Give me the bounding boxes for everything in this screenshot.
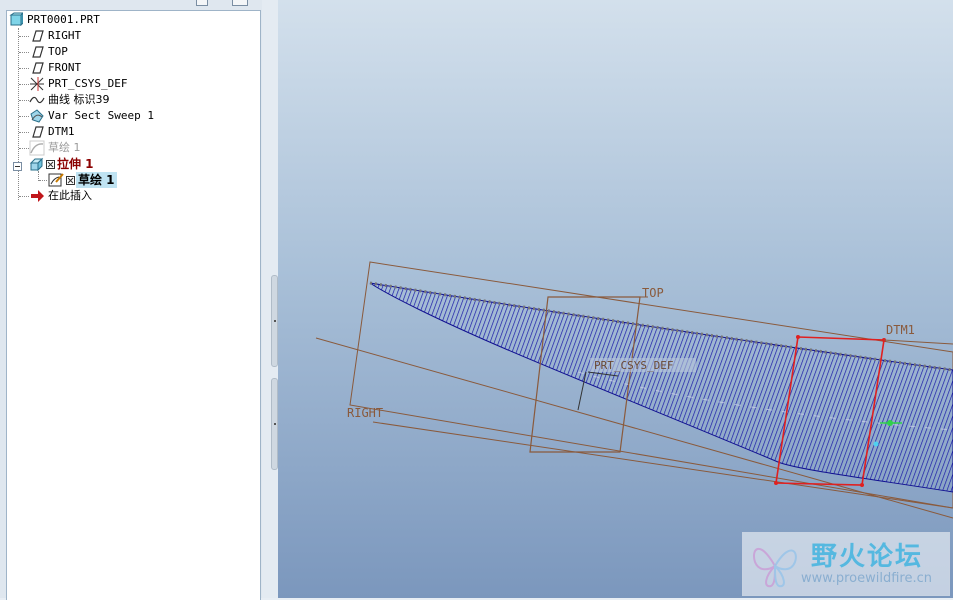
tree-item-sketch-hidden[interactable]: 草绘 1 [7, 140, 247, 156]
sketch-icon [29, 140, 45, 156]
tree-settings-icon[interactable] [196, 0, 208, 6]
tree-item-label: 草绘 1 [76, 172, 117, 188]
model-graphics[interactable]: TOP RIGHT DTM1 PRT_CSYS_DEF [278, 0, 953, 598]
tree-item-extrude[interactable]: 拉伸 1 [7, 156, 247, 172]
tree-item-label: 在此插入 [48, 189, 92, 202]
tree-item-dtm1[interactable]: DTM1 [7, 124, 247, 140]
tree-item-csys[interactable]: PRT_CSYS_DEF [7, 76, 247, 92]
spin-center-icon [873, 441, 879, 447]
toolbar-strip [0, 0, 278, 8]
insert-arrow-icon [29, 188, 45, 204]
splitter-grip[interactable] [271, 378, 278, 470]
datum-plane-icon [29, 124, 45, 140]
tree-item-insert-here[interactable]: 在此插入 [7, 188, 247, 204]
tree-item-top[interactable]: TOP [7, 44, 247, 60]
coordinate-system-icon [29, 76, 45, 92]
top-plane-label: TOP [642, 286, 664, 300]
tree-item-label: 草绘 1 [48, 141, 81, 154]
tree-item-label: 曲线 标识39 [48, 93, 110, 106]
collapse-icon[interactable] [13, 160, 22, 171]
tree-item-curve[interactable]: 曲线 标识39 [7, 92, 247, 108]
watermark: 野火论坛 www.proewildfire.cn [742, 532, 950, 596]
part-icon [9, 11, 25, 28]
graphics-viewport[interactable]: TOP RIGHT DTM1 PRT_CSYS_DEF [278, 0, 953, 598]
tree-filter-icon[interactable] [232, 0, 248, 6]
regen-flag-icon [66, 175, 76, 185]
tree-item-label: TOP [48, 45, 68, 58]
model-tree: PRT0001.PRT RIGHT TOP FRONT PRT_CSYS_DEF… [6, 10, 261, 600]
tree-item-sketch-selected[interactable]: 草绘 1 [7, 172, 247, 188]
datum-plane-icon [29, 28, 45, 44]
watermark-title: 野火论坛 [811, 542, 924, 572]
tree-root-label: PRT0001.PRT [27, 13, 100, 26]
tree-item-sweep[interactable]: Var Sect Sweep 1 [7, 108, 247, 124]
datum-plane-icon [29, 60, 45, 76]
dtm1-plane-label: DTM1 [886, 323, 915, 337]
tree-item-right[interactable]: RIGHT [7, 28, 247, 44]
panel-splitter[interactable] [262, 0, 278, 598]
csys-label: PRT_CSYS_DEF [594, 359, 673, 372]
tree-item-label: 拉伸 1 [57, 157, 94, 171]
plane-vertex [860, 483, 864, 487]
sketch-edit-icon [48, 172, 64, 188]
watermark-url: www.proewildfire.cn [801, 571, 932, 586]
right-plane-label: RIGHT [347, 406, 383, 420]
tree-item-label: FRONT [48, 61, 82, 74]
model-tree-panel: PRT0001.PRT RIGHT TOP FRONT PRT_CSYS_DEF… [0, 0, 278, 600]
sweep-icon [29, 108, 45, 124]
butterfly-logo-icon [753, 548, 797, 588]
tree-item-label: RIGHT [48, 29, 82, 42]
tree-item-front[interactable]: FRONT [7, 60, 247, 76]
splitter-grip[interactable] [271, 275, 278, 367]
plane-vertex [774, 481, 778, 485]
regen-flag-icon [46, 159, 56, 169]
tree-item-label: PRT_CSYS_DEF [48, 77, 128, 90]
plane-vertex [796, 335, 800, 339]
datum-plane-icon [29, 44, 45, 60]
tree-root[interactable]: PRT0001.PRT [7, 11, 247, 28]
tree-item-label: Var Sect Sweep 1 [48, 109, 154, 122]
tree-item-label: DTM1 [48, 125, 75, 138]
curve-icon [29, 92, 45, 108]
extrude-icon [29, 156, 45, 172]
